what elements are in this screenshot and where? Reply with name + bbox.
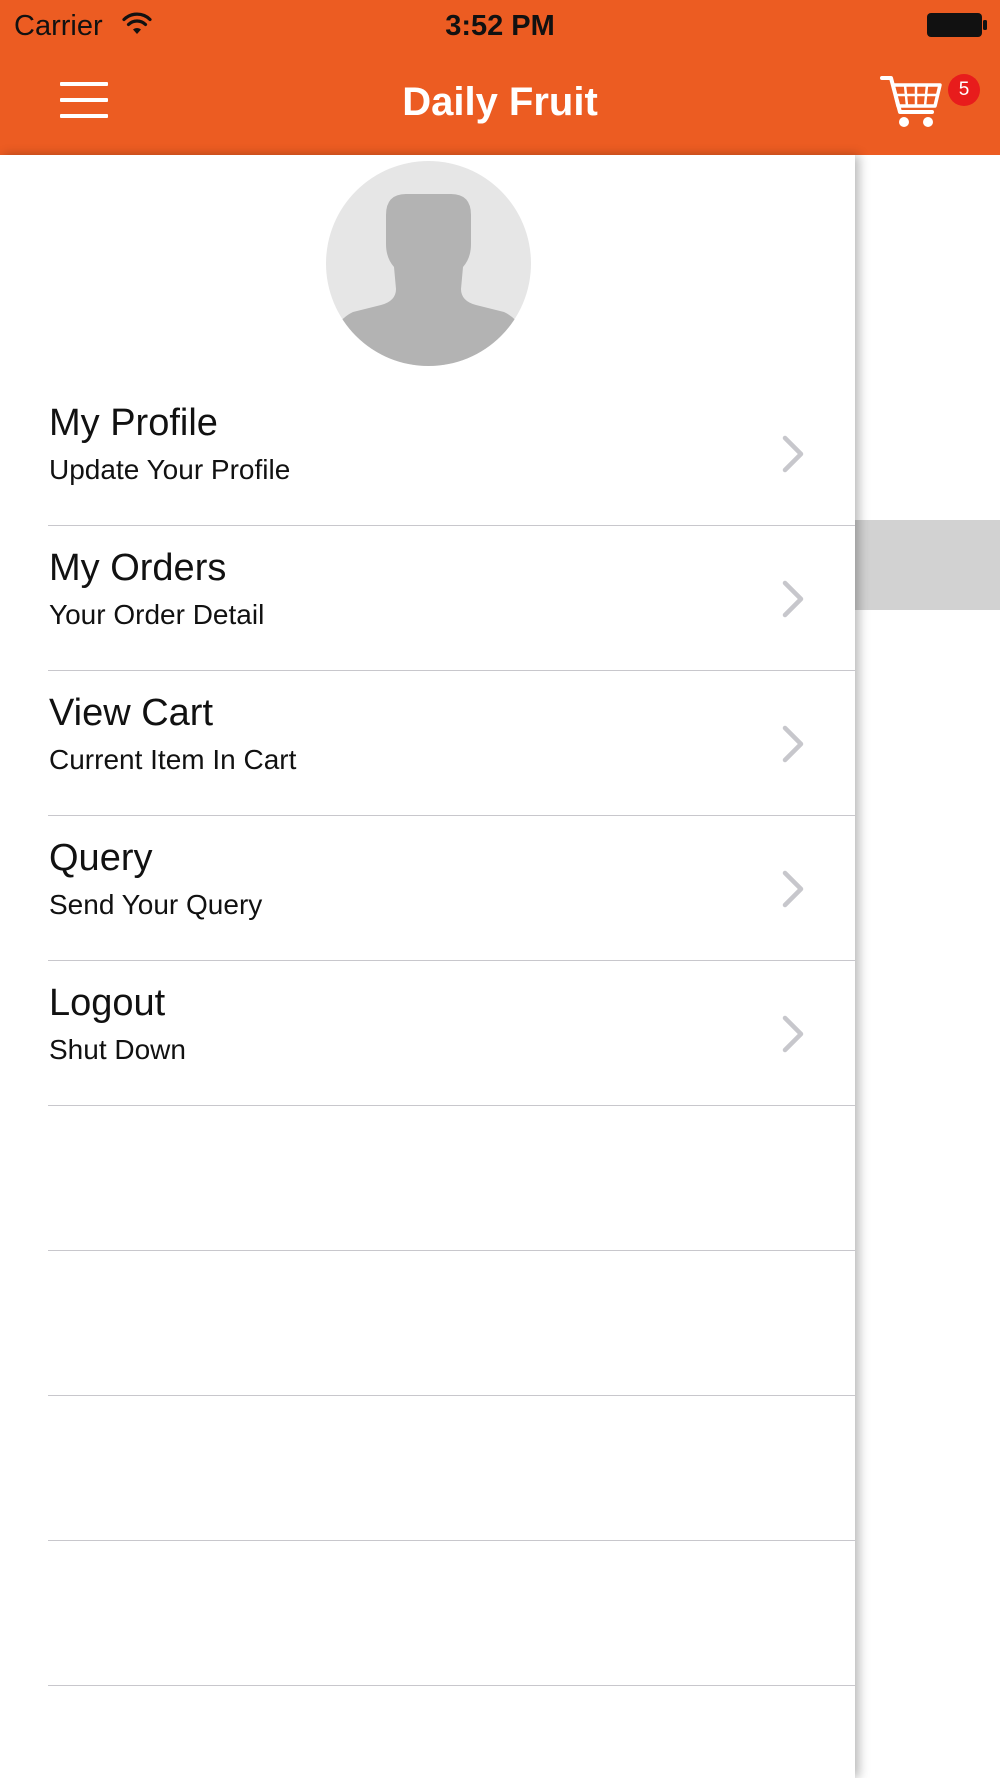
menu-item-subtitle: Update Your Profile: [49, 454, 291, 485]
chevron-right-icon: [782, 435, 804, 473]
battery-icon: [927, 13, 987, 37]
menu-item-subtitle: Shut Down: [49, 1034, 186, 1065]
menu-item-title: My Orders: [49, 547, 227, 589]
cart-button[interactable]: 5: [880, 70, 990, 136]
menu-item-title: My Profile: [49, 402, 218, 444]
menu-item-subtitle: Your Order Detail: [49, 599, 265, 630]
empty-row: [0, 1396, 855, 1541]
chevron-right-icon: [782, 1015, 804, 1053]
menu-item-subtitle: Current Item In Cart: [49, 744, 297, 775]
menu-item-subtitle: Send Your Query: [49, 889, 263, 920]
chevron-right-icon: [782, 580, 804, 618]
main-content-behind-drawer: [855, 155, 1000, 1778]
menu-item-title: Logout: [49, 982, 166, 1024]
user-silhouette-icon: [326, 194, 531, 366]
empty-row: [0, 1251, 855, 1396]
menu-item-my-orders[interactable]: My Orders Your Order Detail: [0, 526, 855, 671]
avatar[interactable]: [326, 161, 531, 366]
menu-item-title: Query: [49, 837, 153, 879]
menu-item-title: View Cart: [49, 692, 214, 734]
menu-item-my-profile[interactable]: My Profile Update Your Profile: [0, 381, 855, 526]
top-bar: Carrier 3:52 PM Daily Fruit 5: [0, 0, 1000, 155]
page-title: Daily Fruit: [402, 80, 598, 124]
empty-row: [0, 1541, 855, 1686]
chevron-right-icon: [782, 870, 804, 908]
menu-item-view-cart[interactable]: View Cart Current Item In Cart: [0, 671, 855, 816]
cart-count-badge: 5: [948, 74, 980, 106]
app-screen: Carrier 3:52 PM Daily Fruit 5 My Profile…: [0, 0, 1000, 1778]
selected-row-highlight: [855, 520, 1000, 610]
status-time: 3:52 PM: [445, 10, 555, 42]
shopping-cart-icon: [880, 76, 942, 127]
drawer-menu-list: My Profile Update Your Profile My Orders…: [0, 381, 855, 1686]
menu-item-logout[interactable]: Logout Shut Down: [0, 961, 855, 1106]
menu-item-query[interactable]: Query Send Your Query: [0, 816, 855, 961]
side-drawer: My Profile Update Your Profile My Orders…: [0, 155, 855, 1778]
empty-row: [0, 1106, 855, 1251]
chevron-right-icon: [782, 725, 804, 763]
